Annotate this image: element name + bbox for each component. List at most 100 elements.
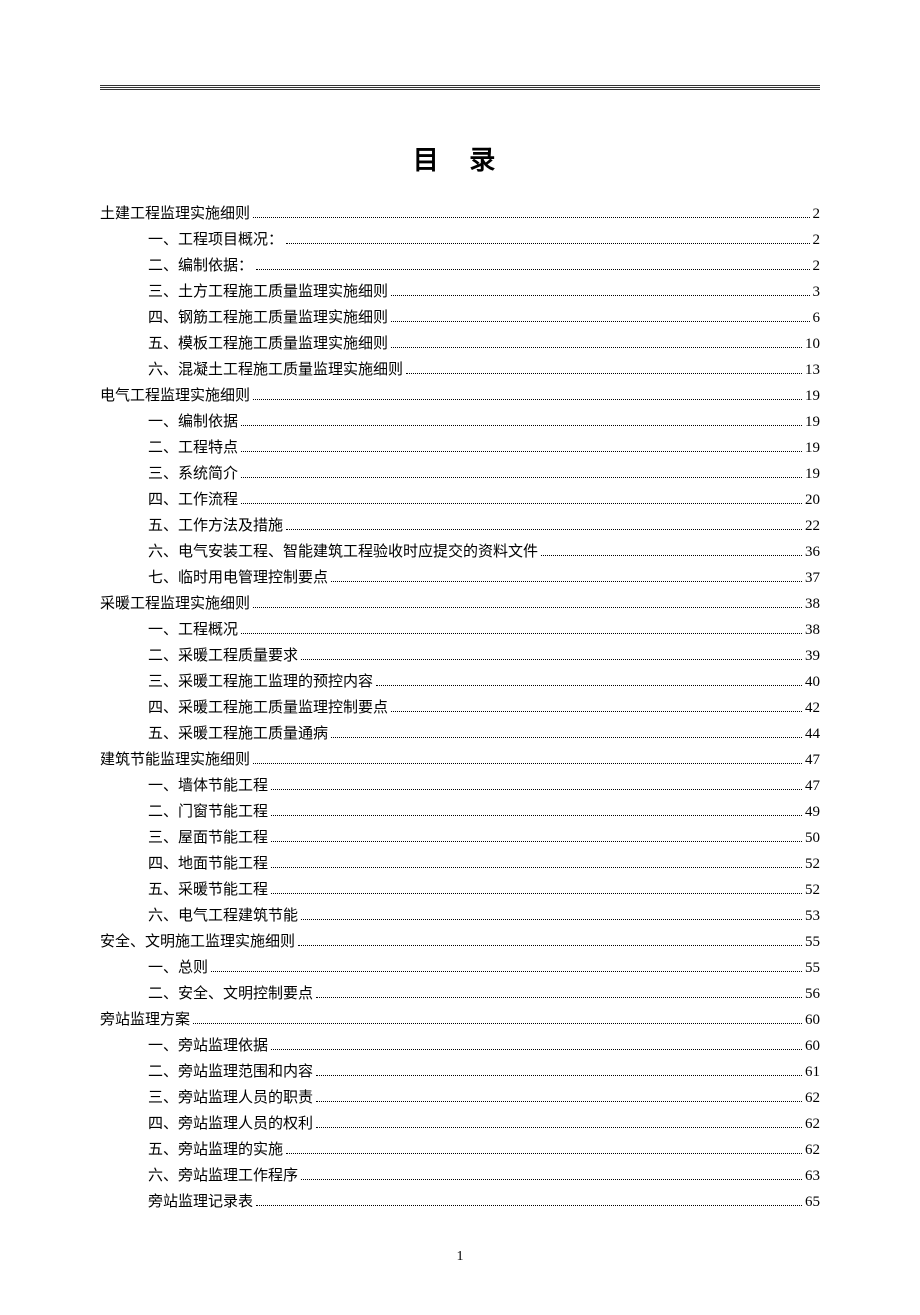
toc-entry: 四、旁站监理人员的权利 62 xyxy=(148,1112,820,1136)
toc-entry: 建筑节能监理实施细则47 xyxy=(100,748,820,772)
toc-entry-label: 五、旁站监理的实施 xyxy=(148,1138,283,1162)
toc-entry-label: 六、旁站监理工作程序 xyxy=(148,1164,298,1188)
toc-entry-page: 19 xyxy=(805,436,820,460)
toc-entry-label: 一、旁站监理依据 xyxy=(148,1034,268,1058)
toc-entry-page: 2 xyxy=(813,202,821,226)
toc-entry: 二、采暖工程质量要求39 xyxy=(148,644,820,668)
toc-entry-page: 37 xyxy=(805,566,820,590)
toc-entry-label: 二、采暖工程质量要求 xyxy=(148,644,298,668)
toc-entry: 五、模板工程施工质量监理实施细则 10 xyxy=(148,332,820,356)
toc-entry-label: 二、编制依据： xyxy=(148,254,253,278)
toc-entry-label: 一、编制依据 xyxy=(148,410,238,434)
toc-entry: 五、采暖节能工程52 xyxy=(148,878,820,902)
toc-leader-dots xyxy=(253,763,802,764)
toc-entry-label: 五、模板工程施工质量监理实施细则 xyxy=(148,332,388,356)
toc-leader-dots xyxy=(286,529,802,530)
toc-entry-page: 56 xyxy=(805,982,820,1006)
toc-entry: 二、编制依据：2 xyxy=(148,254,820,278)
toc-entry-page: 22 xyxy=(805,514,820,538)
toc-leader-dots xyxy=(301,659,802,660)
toc-entry: 二、工程特点19 xyxy=(148,436,820,460)
toc-leader-dots xyxy=(391,295,809,296)
toc-leader-dots xyxy=(298,945,802,946)
toc-entry: 五、工作方法及措施 22 xyxy=(148,514,820,538)
toc-entry: 安全、文明施工监理实施细则55 xyxy=(100,930,820,954)
toc-entry-label: 三、采暖工程施工监理的预控内容 xyxy=(148,670,373,694)
toc-entry-label: 电气工程监理实施细则 xyxy=(100,384,250,408)
toc-leader-dots xyxy=(253,607,802,608)
toc-entry-page: 19 xyxy=(805,384,820,408)
toc-entry-page: 62 xyxy=(805,1112,820,1136)
toc-entry-label: 采暖工程监理实施细则 xyxy=(100,592,250,616)
toc-leader-dots xyxy=(391,321,809,322)
toc-entry: 三、采暖工程施工监理的预控内容 40 xyxy=(148,670,820,694)
toc-entry-page: 47 xyxy=(805,774,820,798)
toc-entry-page: 6 xyxy=(813,306,821,330)
toc-entry: 六、电气安装工程、智能建筑工程验收时应提交的资料文件 36 xyxy=(148,540,820,564)
toc-entry-label: 二、旁站监理范围和内容 xyxy=(148,1060,313,1084)
toc-entry-page: 36 xyxy=(805,540,820,564)
toc-entry-page: 63 xyxy=(805,1164,820,1188)
toc-entry: 一、旁站监理依据 60 xyxy=(148,1034,820,1058)
toc-entry: 电气工程监理实施细则 19 xyxy=(100,384,820,408)
toc-entry: 旁站监理方案 60 xyxy=(100,1008,820,1032)
toc-leader-dots xyxy=(301,919,802,920)
toc-entry-label: 一、墙体节能工程 xyxy=(148,774,268,798)
toc-leader-dots xyxy=(391,711,802,712)
toc-entry-label: 三、屋面节能工程 xyxy=(148,826,268,850)
toc-entry-page: 40 xyxy=(805,670,820,694)
toc-leader-dots xyxy=(541,555,802,556)
toc-entry: 七、临时用电管理控制要点 37 xyxy=(148,566,820,590)
toc-leader-dots xyxy=(253,217,809,218)
toc-leader-dots xyxy=(256,1205,802,1206)
toc-entry: 二、旁站监理范围和内容61 xyxy=(148,1060,820,1084)
toc-entry-page: 55 xyxy=(805,956,820,980)
toc-entry: 二、安全、文明控制要点56 xyxy=(148,982,820,1006)
toc-entry-label: 四、工作流程 xyxy=(148,488,238,512)
toc-entry: 一、总则55 xyxy=(148,956,820,980)
toc-entry: 四、地面节能工程52 xyxy=(148,852,820,876)
toc-entry-label: 旁站监理方案 xyxy=(100,1008,190,1032)
toc-entry: 四、采暖工程施工质量监理控制要点42 xyxy=(148,696,820,720)
toc-entry-label: 安全、文明施工监理实施细则 xyxy=(100,930,295,954)
toc-entry-label: 二、门窗节能工程 xyxy=(148,800,268,824)
toc-leader-dots xyxy=(271,841,802,842)
toc-entry-page: 2 xyxy=(813,228,821,252)
toc-entry-label: 七、临时用电管理控制要点 xyxy=(148,566,328,590)
toc-entry: 三、系统简介19 xyxy=(148,462,820,486)
toc-entry: 三、屋面节能工程50 xyxy=(148,826,820,850)
toc-entry: 三、土方工程施工质量监理实施细则3 xyxy=(148,280,820,304)
toc-entry-page: 60 xyxy=(805,1008,820,1032)
toc-entry-label: 六、电气工程建筑节能 xyxy=(148,904,298,928)
page-number: 1 xyxy=(100,1249,820,1265)
toc-entry-page: 10 xyxy=(805,332,820,356)
toc-entry-label: 五、工作方法及措施 xyxy=(148,514,283,538)
toc-entry-label: 四、旁站监理人员的权利 xyxy=(148,1112,313,1136)
toc-leader-dots xyxy=(193,1023,802,1024)
toc-entry-page: 20 xyxy=(805,488,820,512)
toc-leader-dots xyxy=(241,477,802,478)
toc-entry-page: 60 xyxy=(805,1034,820,1058)
toc-leader-dots xyxy=(376,685,802,686)
toc-entry-page: 52 xyxy=(805,852,820,876)
toc-entry-page: 62 xyxy=(805,1138,820,1162)
toc-entry: 五、采暖工程施工质量通病44 xyxy=(148,722,820,746)
toc-leader-dots xyxy=(406,373,802,374)
toc-entry-label: 六、混凝土工程施工质量监理实施细则 xyxy=(148,358,403,382)
toc-entry: 四、工作流程 20 xyxy=(148,488,820,512)
toc-leader-dots xyxy=(331,737,802,738)
toc-entry-label: 六、电气安装工程、智能建筑工程验收时应提交的资料文件 xyxy=(148,540,538,564)
toc-entry: 旁站监理记录表 65 xyxy=(148,1190,820,1214)
toc-entry-label: 五、采暖节能工程 xyxy=(148,878,268,902)
toc-leader-dots xyxy=(211,971,802,972)
toc-leader-dots xyxy=(253,399,802,400)
toc-entry-page: 65 xyxy=(805,1190,820,1214)
toc-entry-label: 旁站监理记录表 xyxy=(148,1190,253,1214)
toc-entry: 三、旁站监理人员的职责62 xyxy=(148,1086,820,1110)
toc-entry-page: 44 xyxy=(805,722,820,746)
toc-entry-page: 53 xyxy=(805,904,820,928)
toc-leader-dots xyxy=(301,1179,802,1180)
toc-leader-dots xyxy=(286,243,809,244)
toc-leader-dots xyxy=(271,789,802,790)
toc-entry: 采暖工程监理实施细则38 xyxy=(100,592,820,616)
